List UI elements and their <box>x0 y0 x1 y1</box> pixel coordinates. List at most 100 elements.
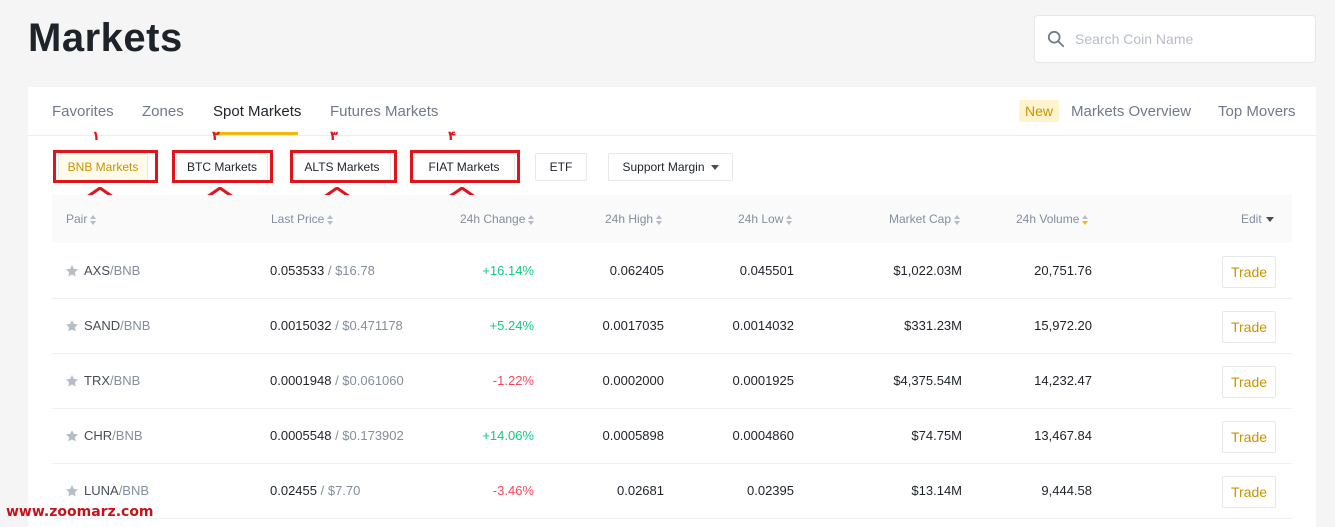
search-icon <box>1047 30 1065 48</box>
annotation-box-bnb <box>53 150 158 183</box>
watermark: www.zoomarz.com <box>6 504 154 520</box>
tab-markets-overview[interactable]: Markets Overview <box>1071 103 1191 120</box>
low-cell: 0.0001925 <box>732 373 794 388</box>
change-cell: -3.46% <box>492 483 534 498</box>
col-24h-volume-label: 24h Volume <box>1016 212 1080 226</box>
usd-price: / $0.061060 <box>331 373 404 388</box>
pair-base: LUNA <box>84 483 119 498</box>
market-cap-cell: $1,022.03M <box>893 263 962 278</box>
support-margin-dropdown[interactable]: Support Margin <box>608 153 733 181</box>
pair-quote: /BNB <box>110 373 141 388</box>
high-cell: 0.0005898 <box>602 428 664 443</box>
usd-price: / $7.70 <box>317 483 361 498</box>
col-24h-low-label: 24h Low <box>738 212 784 226</box>
col-24h-low[interactable]: 24h Low <box>738 212 793 226</box>
col-last-price-label: Last Price <box>271 212 325 226</box>
search-input[interactable] <box>1075 31 1295 47</box>
sort-icon <box>786 214 793 225</box>
table-row[interactable]: LUNA/BNB 0.02455 / $7.70 -3.46% 0.02681 0.02… <box>52 464 1292 519</box>
col-pair[interactable]: Pair <box>66 212 97 226</box>
tab-futures-markets[interactable]: Futures Markets <box>330 103 438 120</box>
annotation-number-4: ۴ <box>448 129 456 144</box>
pair-cell: TRX/BNB <box>84 373 140 388</box>
annotation-number-3: ٣ <box>330 129 338 144</box>
trade-button[interactable]: Trade <box>1222 476 1276 508</box>
high-cell: 0.02681 <box>617 483 664 498</box>
market-cap-cell: $4,375.54M <box>893 373 962 388</box>
table-row[interactable]: TRX/BNB 0.0001948 / $0.061060 -1.22% 0.0002… <box>52 354 1292 409</box>
sort-icon <box>1082 214 1089 225</box>
pair-cell: CHR/BNB <box>84 428 143 443</box>
trade-button[interactable]: Trade <box>1222 256 1276 288</box>
table-row[interactable]: SAND/BNB 0.0015032 / $0.471178 +5.24% 0.001… <box>52 299 1292 354</box>
pair-base: SAND <box>84 318 121 333</box>
pair-quote: /BNB <box>110 263 141 278</box>
star-icon[interactable] <box>65 264 79 278</box>
low-cell: 0.0014032 <box>732 318 794 333</box>
annotation-box-fiat <box>410 150 520 183</box>
table-header: Pair Last Price 24h Change 24h High 24h … <box>52 195 1292 243</box>
col-last-price[interactable]: Last Price <box>271 212 334 226</box>
sort-icon <box>954 214 961 225</box>
trade-button[interactable]: Trade <box>1222 421 1276 453</box>
tab-zones[interactable]: Zones <box>142 103 184 120</box>
pair-base: AXS <box>84 263 111 278</box>
tab-top-movers[interactable]: Top Movers <box>1218 103 1296 120</box>
table-row[interactable]: CHR/BNB 0.0005548 / $0.173902 +14.06% 0.000… <box>52 409 1292 464</box>
volume-cell: 14,232.47 <box>1034 373 1092 388</box>
col-market-cap[interactable]: Market Cap <box>889 212 961 226</box>
volume-cell: 9,444.58 <box>1041 483 1092 498</box>
col-24h-change[interactable]: 24h Change <box>460 212 535 226</box>
last-price-cell: 0.0015032 / $0.471178 <box>270 318 403 333</box>
pair-quote: /BNB <box>112 428 143 443</box>
pair-cell: SAND/BNB <box>84 318 150 333</box>
change-cell: +5.24% <box>489 318 534 333</box>
pair-quote: /BNB <box>118 483 150 498</box>
last-price-cell: 0.02455 / $7.70 <box>270 483 360 498</box>
sort-icon <box>90 214 97 225</box>
market-tabs: Favorites Zones Spot Markets Futures Mar… <box>28 87 1316 136</box>
pair-base: CHR <box>84 428 113 443</box>
sort-icon <box>656 214 663 225</box>
last-price-cell: 0.053533 / $16.78 <box>270 263 375 278</box>
col-24h-high-label: 24h High <box>605 212 654 226</box>
edit-label: Edit <box>1241 212 1262 226</box>
col-24h-high[interactable]: 24h High <box>605 212 663 226</box>
market-cap-cell: $331.23M <box>904 318 962 333</box>
table-row[interactable]: AXS/BNB 0.053533 / $16.78 +16.14% 0.062405 0… <box>52 244 1292 299</box>
edit-dropdown[interactable]: Edit <box>1241 212 1274 226</box>
last-price: 0.02455 <box>270 483 317 498</box>
etf-button[interactable]: ETF <box>535 153 587 181</box>
trade-button[interactable]: Trade <box>1222 311 1276 343</box>
tab-spot-markets[interactable]: Spot Markets <box>213 103 301 120</box>
new-badge: New <box>1019 100 1060 122</box>
high-cell: 0.062405 <box>609 263 664 278</box>
volume-cell: 15,972.20 <box>1034 318 1092 333</box>
tab-favorites[interactable]: Favorites <box>52 103 114 120</box>
low-cell: 0.045501 <box>739 263 794 278</box>
high-cell: 0.0002000 <box>602 373 664 388</box>
col-24h-volume[interactable]: 24h Volume <box>1016 212 1089 226</box>
last-price-cell: 0.0005548 / $0.173902 <box>270 428 404 443</box>
last-price: 0.0015032 <box>270 318 332 333</box>
sort-icon <box>327 214 334 225</box>
usd-price: / $0.173902 <box>331 428 404 443</box>
market-cap-cell: $74.75M <box>911 428 962 443</box>
annotation-box-alts <box>290 150 397 183</box>
search-box[interactable] <box>1034 15 1316 63</box>
change-cell: +14.06% <box>482 428 534 443</box>
star-icon[interactable] <box>65 429 79 443</box>
last-price: 0.0005548 <box>270 428 332 443</box>
star-icon[interactable] <box>65 484 79 498</box>
star-icon[interactable] <box>65 319 79 333</box>
star-icon[interactable] <box>65 374 79 388</box>
change-cell: +16.14% <box>482 263 534 278</box>
annotation-number-2: ٢ <box>212 129 220 144</box>
pair-cell: LUNA/BNB <box>84 483 149 498</box>
usd-price: / $16.78 <box>324 263 375 278</box>
high-cell: 0.0017035 <box>602 318 664 333</box>
trade-button[interactable]: Trade <box>1222 366 1276 398</box>
support-margin-label: Support Margin <box>622 160 705 174</box>
col-market-cap-label: Market Cap <box>889 212 952 226</box>
volume-cell: 20,751.76 <box>1034 263 1092 278</box>
